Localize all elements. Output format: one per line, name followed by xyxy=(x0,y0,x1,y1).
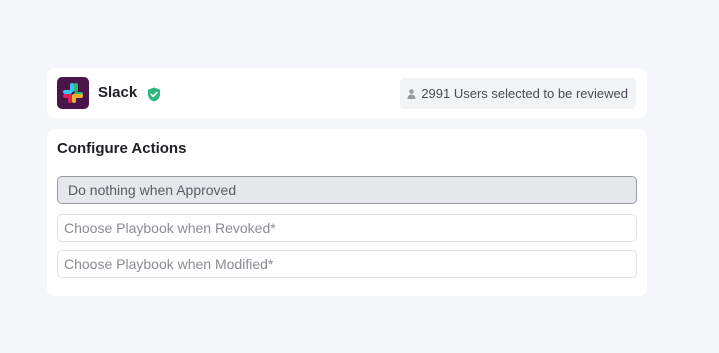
verified-shield-icon xyxy=(148,87,160,102)
modified-playbook-placeholder: Choose Playbook when Modified* xyxy=(64,256,274,272)
slack-logo-icon xyxy=(57,77,89,109)
revoked-playbook-select[interactable]: Choose Playbook when Revoked* xyxy=(57,214,637,242)
app-header-card: Slack 2991 Users selected to be reviewed xyxy=(47,68,647,118)
approved-action-select[interactable]: Do nothing when Approved xyxy=(57,176,637,204)
users-selected-text: 2991 Users selected to be reviewed xyxy=(421,86,628,101)
approved-action-value: Do nothing when Approved xyxy=(68,182,237,198)
configure-actions-title: Configure Actions xyxy=(57,140,187,157)
revoked-playbook-placeholder: Choose Playbook when Revoked* xyxy=(64,220,276,236)
user-icon xyxy=(407,88,416,99)
modified-playbook-select[interactable]: Choose Playbook when Modified* xyxy=(57,250,637,278)
configure-actions-card: Configure Actions Do nothing when Approv… xyxy=(47,129,647,296)
app-name: Slack xyxy=(98,84,138,101)
users-selected-badge: 2991 Users selected to be reviewed xyxy=(400,78,636,109)
